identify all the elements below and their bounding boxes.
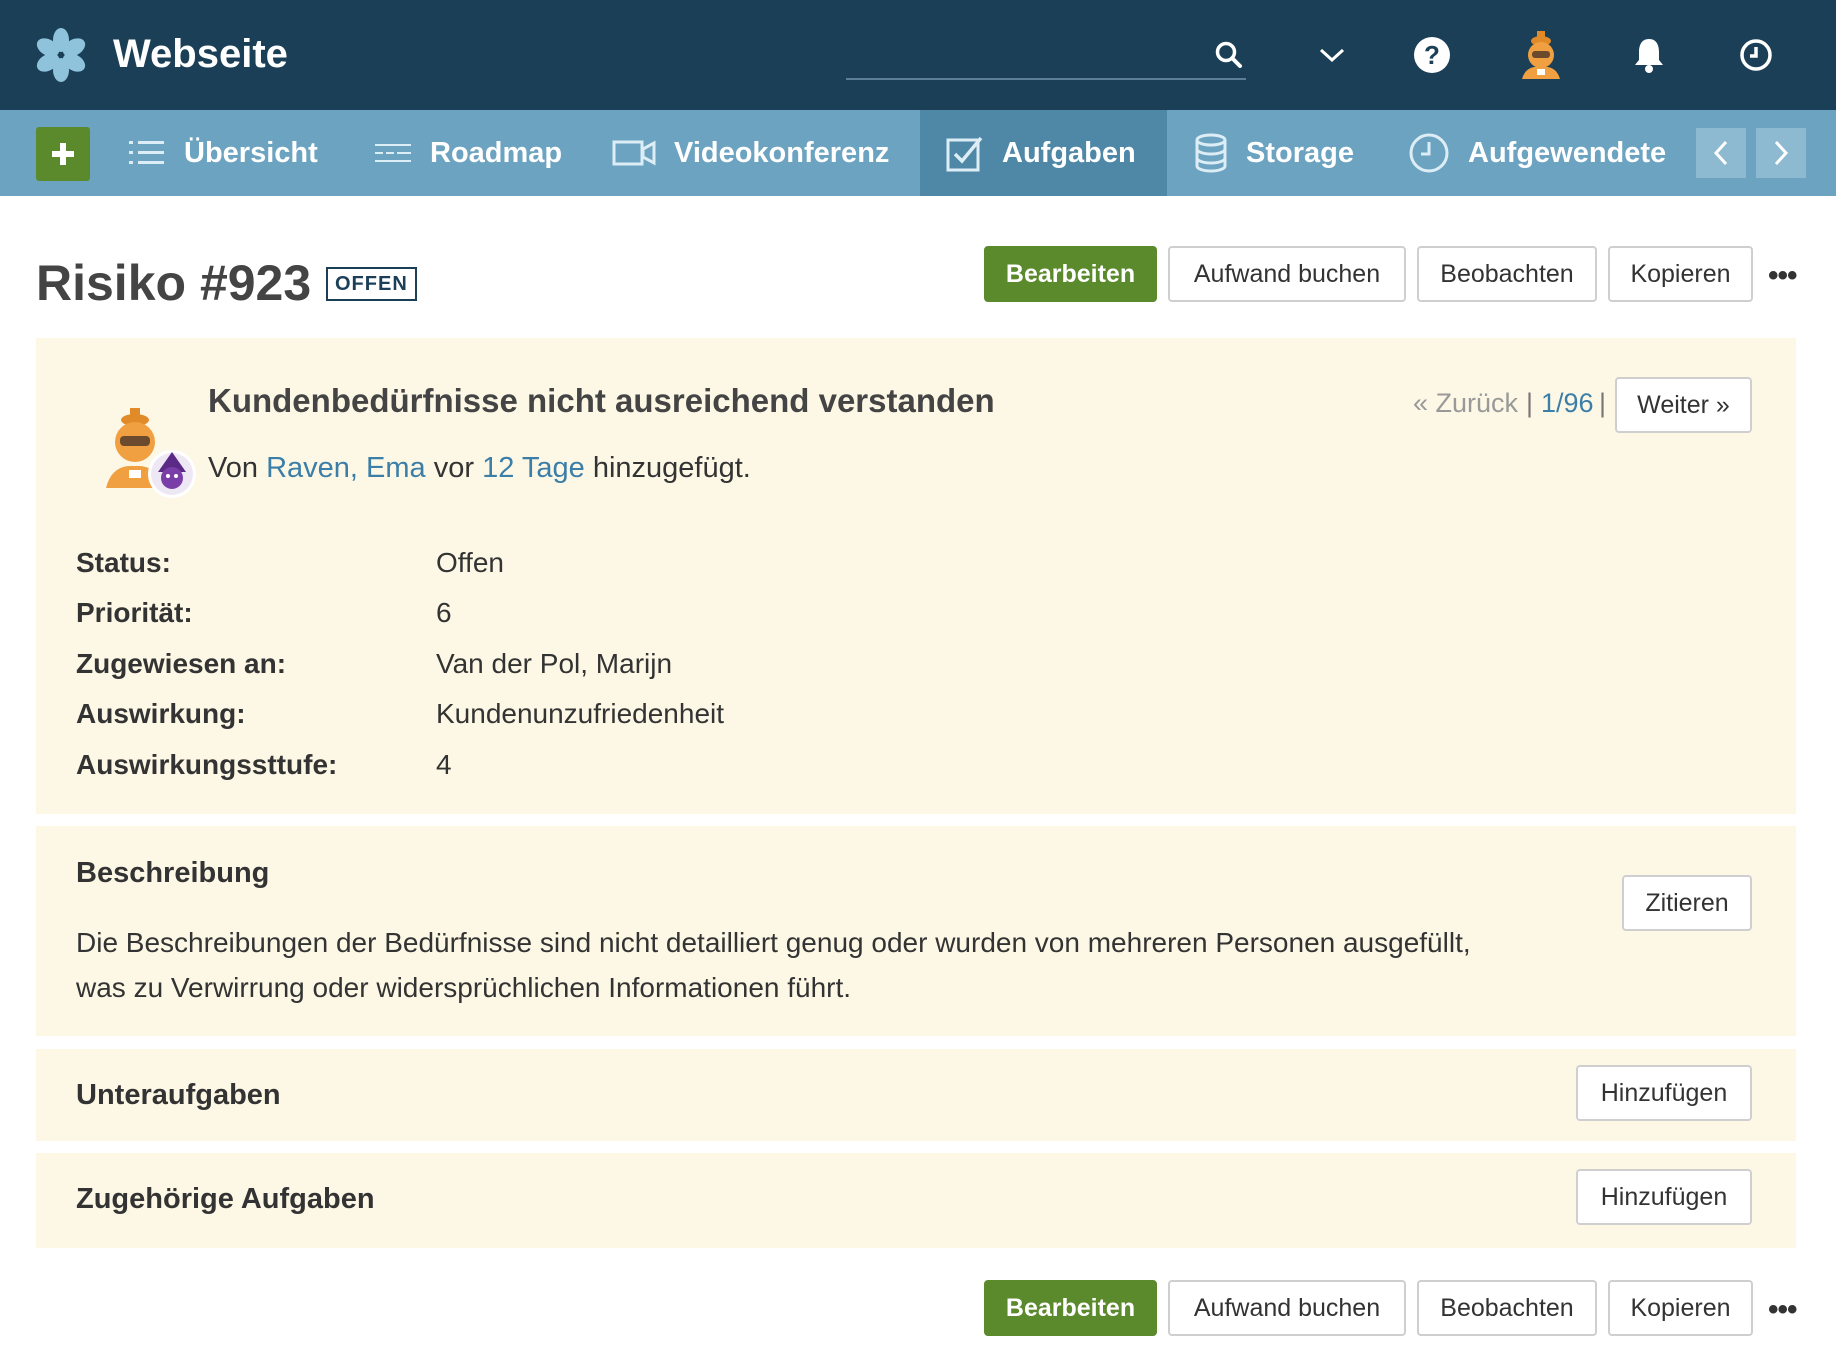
- user-avatar[interactable]: [1518, 31, 1564, 79]
- app-title[interactable]: Webseite: [113, 28, 288, 80]
- tab-tasks[interactable]: Aufgaben: [920, 110, 1167, 196]
- status-label: Status:: [76, 547, 171, 578]
- tab-overview[interactable]: Übersicht: [128, 110, 318, 196]
- log-time-button-bottom[interactable]: Aufwand buchen: [1168, 1280, 1406, 1336]
- copy-button-bottom[interactable]: Kopieren: [1608, 1280, 1753, 1336]
- previous-link[interactable]: « Zurück: [1413, 388, 1518, 419]
- priority-label: Priorität:: [76, 597, 193, 628]
- pager-position[interactable]: 1/96: [1541, 388, 1594, 419]
- tab-roadmap-label: Roadmap: [430, 136, 563, 169]
- tab-overview-label: Übersicht: [184, 136, 318, 169]
- description-line: Die Beschreibungen der Bedürfnisse sind …: [76, 927, 1471, 958]
- quote-button[interactable]: Zitieren: [1622, 875, 1752, 931]
- bell-icon[interactable]: [1626, 32, 1672, 78]
- project-menu: Übersicht Roadmap Videokonferenz Aufgabe…: [0, 110, 1836, 196]
- tab-spent-time-label: Aufgewendete: [1468, 136, 1667, 169]
- logo-asterisk-icon[interactable]: [34, 28, 88, 82]
- author-line: Von Raven, Ema vor 12 Tage hinzugefügt.: [208, 452, 751, 485]
- clock-icon: [1409, 133, 1449, 173]
- author-suffix: hinzugefügt.: [592, 452, 751, 484]
- edit-button-bottom[interactable]: Bearbeiten: [984, 1280, 1157, 1336]
- created-age-link[interactable]: 12 Tage: [482, 452, 585, 484]
- video-icon: [612, 140, 656, 166]
- related-issues-heading: Zugehörige Aufgaben: [76, 1183, 375, 1215]
- issue-subject: Kundenbedürfnisse nicht ausreichend vers…: [208, 382, 995, 419]
- copy-button[interactable]: Kopieren: [1608, 246, 1753, 302]
- author-middle: vor: [433, 452, 474, 484]
- watch-button[interactable]: Beobachten: [1417, 246, 1597, 302]
- chevron-left-icon: [1713, 140, 1728, 166]
- status-value: Offen: [436, 547, 504, 578]
- priority-value: 6: [436, 597, 452, 628]
- svg-text:?: ?: [1424, 40, 1440, 70]
- description-line: was zu Verwirrung oder widersprüchlichen…: [76, 972, 852, 1003]
- nav-scroll-left-button[interactable]: [1696, 128, 1746, 178]
- log-time-button[interactable]: Aufwand buchen: [1168, 246, 1406, 302]
- plus-icon: [52, 143, 74, 165]
- description-text: Die Beschreibungen der Bedürfnisse sind …: [76, 920, 1596, 1010]
- pager-separator: |: [1599, 388, 1607, 418]
- add-subtask-button[interactable]: Hinzufügen: [1576, 1065, 1752, 1121]
- watch-button-bottom[interactable]: Beobachten: [1417, 1280, 1597, 1336]
- help-icon[interactable]: ?: [1409, 32, 1455, 78]
- author-avatar[interactable]: [100, 400, 200, 500]
- add-related-button[interactable]: Hinzufügen: [1576, 1169, 1752, 1225]
- more-actions-icon-bottom[interactable]: •••: [1768, 1295, 1797, 1325]
- tab-storage-label: Storage: [1246, 136, 1354, 169]
- add-button[interactable]: [36, 127, 90, 181]
- tab-spent-time[interactable]: Aufgewendete: [1408, 110, 1668, 196]
- tab-storage[interactable]: Storage: [1194, 110, 1354, 196]
- assignee-link[interactable]: Van der Pol, Marijn: [436, 648, 672, 680]
- list-icon: [129, 141, 164, 164]
- impact-label: Auswirkung:: [76, 698, 246, 729]
- checkbox-icon: [946, 136, 983, 172]
- tab-tasks-label: Aufgaben: [1002, 136, 1136, 169]
- roadmap-icon: [375, 144, 411, 162]
- edit-button[interactable]: Bearbeiten: [984, 246, 1157, 302]
- subtasks-heading: Unteraufgaben: [76, 1079, 281, 1111]
- database-icon: [1195, 133, 1227, 173]
- tab-videoconference[interactable]: Videokonferenz: [612, 110, 889, 196]
- tab-roadmap[interactable]: Roadmap: [374, 110, 562, 196]
- top-header: Webseite ?: [0, 0, 1836, 110]
- impact-level-value: 4: [436, 749, 452, 780]
- more-actions-icon[interactable]: •••: [1768, 261, 1797, 291]
- next-button[interactable]: Weiter »: [1615, 377, 1752, 433]
- status-badge: OFFEN: [326, 267, 417, 301]
- author-prefix: Von: [208, 452, 258, 484]
- chevron-right-icon: [1774, 140, 1789, 166]
- impact-value: Kundenunzufriedenheit: [436, 698, 725, 729]
- nav-scroll-right-button[interactable]: [1756, 128, 1806, 178]
- clock-icon[interactable]: [1733, 32, 1779, 78]
- description-heading: Beschreibung: [76, 857, 270, 889]
- search-icon[interactable]: [1206, 32, 1252, 78]
- author-link[interactable]: Raven, Ema: [266, 452, 426, 484]
- assignee-label: Zugewiesen an:: [76, 648, 287, 679]
- pager-separator: |: [1526, 388, 1534, 418]
- page-title: Risiko #923: [36, 255, 312, 311]
- chevron-down-icon[interactable]: [1309, 32, 1355, 78]
- impact-level-label: Auswirkungssttufe:: [76, 749, 338, 780]
- tab-videoconference-label: Videokonferenz: [674, 136, 890, 169]
- search-input[interactable]: [846, 78, 1246, 80]
- subtasks-card: [36, 1049, 1796, 1141]
